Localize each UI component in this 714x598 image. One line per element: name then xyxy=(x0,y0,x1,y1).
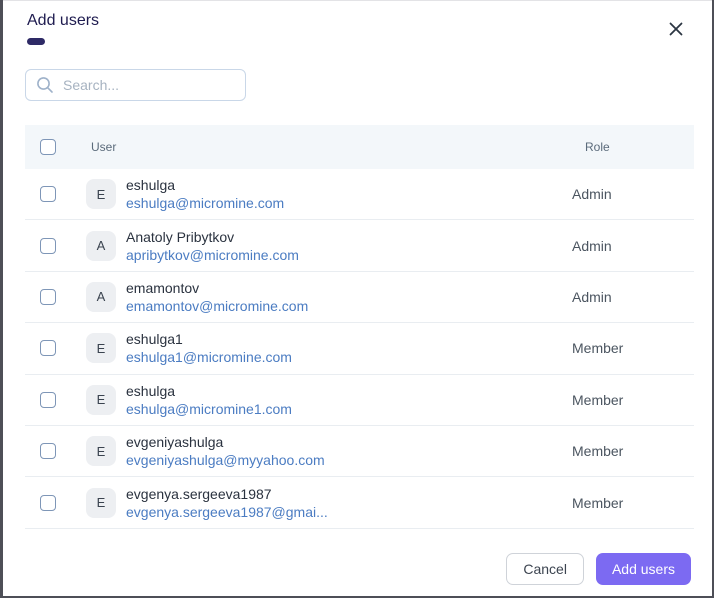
add-users-button[interactable]: Add users xyxy=(596,553,691,585)
avatar: E xyxy=(86,333,116,363)
avatar: E xyxy=(86,179,116,209)
user-role: Member xyxy=(572,495,694,511)
user-info: eshulga1 eshulga1@micromine.com xyxy=(126,330,572,366)
user-name: Anatoly Pribytkov xyxy=(126,228,572,246)
row-checkbox-cell xyxy=(25,495,56,511)
row-checkbox[interactable] xyxy=(40,186,56,202)
row-checkbox-cell xyxy=(25,443,56,459)
close-icon xyxy=(669,22,683,36)
user-email-link[interactable]: emamontov@micromine.com xyxy=(126,297,572,315)
search-icon xyxy=(36,76,54,94)
user-email-link[interactable]: eshulga@micromine.com xyxy=(126,194,572,212)
table-row: E eshulga eshulga@micromine1.com Member xyxy=(25,375,694,426)
table-row: E eshulga1 eshulga1@micromine.com Member xyxy=(25,323,694,374)
user-name: eshulga1 xyxy=(126,330,572,348)
row-checkbox[interactable] xyxy=(40,289,56,305)
table-row: A Anatoly Pribytkov apribytkov@micromine… xyxy=(25,220,694,271)
row-checkbox[interactable] xyxy=(40,238,56,254)
row-checkbox[interactable] xyxy=(40,340,56,356)
row-checkbox-cell xyxy=(25,186,56,202)
row-checkbox-cell xyxy=(25,340,56,356)
select-all-cell xyxy=(25,139,56,155)
row-checkbox[interactable] xyxy=(40,392,56,408)
user-table: User Role E eshulga eshulga@micromine.co… xyxy=(25,125,694,529)
user-info: eshulga eshulga@micromine.com xyxy=(126,176,572,212)
user-name: evgenya.sergeeva1987 xyxy=(126,485,572,503)
user-role: Admin xyxy=(572,186,694,202)
user-info: emamontov emamontov@micromine.com xyxy=(126,279,572,315)
modal-footer: Cancel Add users xyxy=(506,553,691,585)
user-info: eshulga eshulga@micromine1.com xyxy=(126,382,572,418)
search-box xyxy=(25,69,246,101)
user-name: eshulga xyxy=(126,176,572,194)
user-role: Member xyxy=(572,392,694,408)
table-row: E evgeniyashulga evgeniyashulga@myyahoo.… xyxy=(25,426,694,477)
user-email-link[interactable]: eshulga1@micromine.com xyxy=(126,348,572,366)
row-checkbox[interactable] xyxy=(40,495,56,511)
column-header-role: Role xyxy=(572,140,694,154)
user-email-link[interactable]: apribytkov@micromine.com xyxy=(126,246,572,264)
user-role: Admin xyxy=(572,238,694,254)
user-role: Admin xyxy=(572,289,694,305)
avatar: A xyxy=(86,282,116,312)
title-underline-dash xyxy=(27,38,45,45)
add-users-modal: Add users User Role xyxy=(3,0,712,596)
cancel-button[interactable]: Cancel xyxy=(506,553,584,585)
user-table-header: User Role xyxy=(25,125,694,169)
user-name: eshulga xyxy=(126,382,572,400)
screen: Add users User Role xyxy=(0,0,714,598)
row-checkbox-cell xyxy=(25,238,56,254)
search-input[interactable] xyxy=(63,77,235,93)
close-button[interactable] xyxy=(664,17,688,41)
table-row: E eshulga eshulga@micromine.com Admin xyxy=(25,169,694,220)
user-info: evgeniyashulga evgeniyashulga@myyahoo.co… xyxy=(126,433,572,469)
user-email-link[interactable]: evgenya.sergeeva1987@gmai... xyxy=(126,503,572,521)
table-row: A emamontov emamontov@micromine.com Admi… xyxy=(25,272,694,323)
avatar: E xyxy=(86,436,116,466)
avatar: E xyxy=(86,385,116,415)
user-role: Member xyxy=(572,443,694,459)
page-title: Add users xyxy=(27,12,99,30)
column-header-user: User xyxy=(91,140,116,154)
user-table-body: E eshulga eshulga@micromine.com Admin A … xyxy=(25,169,694,529)
user-info: evgenya.sergeeva1987 evgenya.sergeeva198… xyxy=(126,485,572,521)
select-all-checkbox[interactable] xyxy=(40,139,56,155)
user-info: Anatoly Pribytkov apribytkov@micromine.c… xyxy=(126,228,572,264)
avatar: A xyxy=(86,231,116,261)
row-checkbox-cell xyxy=(25,392,56,408)
user-role: Member xyxy=(572,340,694,356)
user-name: evgeniyashulga xyxy=(126,433,572,451)
row-checkbox-cell xyxy=(25,289,56,305)
user-email-link[interactable]: eshulga@micromine1.com xyxy=(126,400,572,418)
row-checkbox[interactable] xyxy=(40,443,56,459)
avatar: E xyxy=(86,488,116,518)
user-email-link[interactable]: evgeniyashulga@myyahoo.com xyxy=(126,451,572,469)
user-name: emamontov xyxy=(126,279,572,297)
table-row: E evgenya.sergeeva1987 evgenya.sergeeva1… xyxy=(25,477,694,528)
